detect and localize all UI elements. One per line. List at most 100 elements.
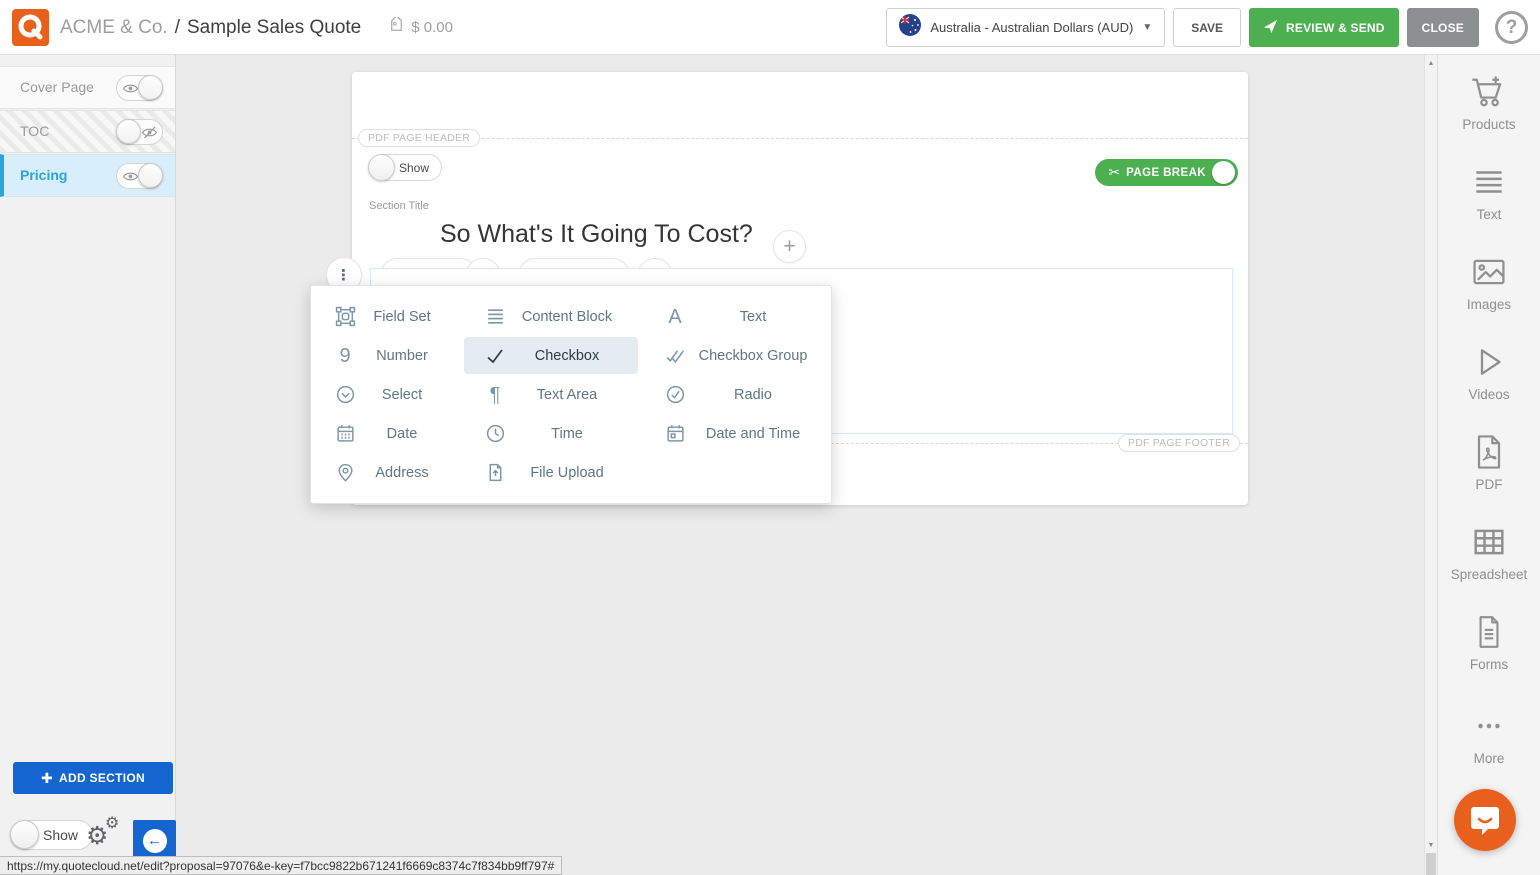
toolbox-item-text[interactable]: Text [1438,161,1540,222]
toolbox-label: Spreadsheet [1438,567,1540,582]
review-send-label: REVIEW & SEND [1286,21,1385,35]
field-menu-label: Checkbox Group [692,348,830,364]
field-menu-item-text-area[interactable]: ¶ Text Area [464,376,638,413]
toolbox-label: Images [1438,297,1540,312]
quotecloud-logo-icon[interactable] [12,9,49,46]
toolbox-label: Videos [1438,387,1540,402]
pdf-page-footer-tag: PDF PAGE FOOTER [1118,434,1240,452]
ellipsis-icon [1438,705,1540,747]
toolbox-item-videos[interactable]: Videos [1438,341,1540,402]
field-menu-item-checkbox-group[interactable]: Checkbox Group [644,337,830,374]
field-menu-label: Text Area [512,387,638,403]
radio-icon [658,384,692,405]
currency-label: Australia - Australian Dollars (AUD) [930,20,1133,35]
content-toolbox: Products Text Images Videos PDF [1437,55,1540,875]
collapse-sidebar-button[interactable]: ← [133,820,176,861]
sidebar-item-cover-page[interactable]: Cover Page [0,66,175,109]
page-break-label: PAGE BREAK [1126,167,1206,179]
image-icon [1438,251,1540,293]
toolbox-item-products[interactable]: Products [1438,71,1540,132]
field-menu-label: Address [362,465,458,481]
eye-icon [123,81,138,101]
sidebar-item-toc[interactable]: TOC [0,110,175,153]
chat-bubble-icon [1468,803,1502,837]
section-title-show-toggle[interactable]: Show [368,154,442,181]
insert-block-above-button[interactable]: + [773,230,806,263]
toolbox-label: More [1438,751,1540,766]
field-menu-item-number[interactable]: 9 Number [314,337,458,374]
field-menu-label: Number [362,348,458,364]
field-menu-item-date[interactable]: Date [314,415,458,452]
pricing-visibility-toggle[interactable] [116,163,163,189]
file-upload-icon [478,462,512,483]
toolbox-item-pdf[interactable]: PDF [1438,431,1540,492]
field-menu-label: Date [362,426,458,442]
currency-selector[interactable]: Australia - Australian Dollars (AUD) ▼ [886,8,1165,47]
number-icon: 9 [328,346,362,366]
quote-total: $ 0.00 [411,19,453,36]
field-menu-label: Text [692,309,830,325]
field-menu-item-date-and-time[interactable]: Date and Time [644,415,830,452]
toc-visibility-toggle[interactable] [116,119,163,145]
help-icon[interactable]: ? [1495,11,1528,44]
field-menu-item-field-set[interactable]: Field Set [314,298,458,335]
field-menu-item-select[interactable]: Select [314,376,458,413]
field-menu-item-time[interactable]: Time [464,415,638,452]
toolbox-item-images[interactable]: Images [1438,251,1540,312]
toolbox-label: Products [1438,117,1540,132]
sidebar-show-toggle[interactable]: Show [10,820,93,850]
checkbox-group-icon [658,345,692,366]
settings-gears-icon[interactable]: ⚙⚙ [86,819,126,851]
field-menu-item-address[interactable]: Address [314,454,458,491]
sections-sidebar: Cover Page TOC Pricing [0,55,176,875]
review-send-button[interactable]: REVIEW & SEND [1249,8,1399,47]
toolbox-label: PDF [1438,477,1540,492]
section-title-text[interactable]: So What's It Going To Cost? [440,220,753,249]
scrollbar-thumb[interactable] [1426,853,1436,875]
sidebar-item-pricing[interactable]: Pricing [0,154,175,197]
show-label: Show [399,161,429,175]
field-menu-item-checkbox[interactable]: Checkbox [464,337,638,374]
close-button[interactable]: CLOSE [1407,8,1479,47]
document-title[interactable]: Sample Sales Quote [187,17,361,39]
pdf-page-header-tag: PDF PAGE HEADER [358,129,480,147]
field-menu-item-content-block[interactable]: Content Block [464,298,638,335]
field-menu-label: Date and Time [692,426,830,442]
field-menu-empty-cell [644,454,830,491]
editor-canvas: PDF PAGE HEADER Show So What's It Going … [176,55,1437,875]
cover-page-visibility-toggle[interactable] [116,75,163,101]
pdf-header-divider [352,138,1248,139]
address-icon [328,462,362,483]
plus-icon: + [783,235,795,259]
toolbox-label: Forms [1438,657,1540,672]
forms-icon [1438,611,1540,653]
save-button[interactable]: SAVE [1173,8,1241,47]
field-menu-item-text[interactable]: A Text [644,298,830,335]
cart-icon [1438,71,1540,113]
toolbox-item-spreadsheet[interactable]: Spreadsheet [1438,521,1540,582]
text-icon: A [658,307,692,327]
spreadsheet-icon [1438,521,1540,563]
show-label: Show [43,827,78,843]
plus-icon: ✚ [41,770,53,787]
field-menu-item-file-upload[interactable]: File Upload [464,454,638,491]
status-url: https://my.quotecloud.net/edit?proposal=… [7,859,554,873]
field-menu-label: Time [512,426,638,442]
toolbox-item-forms[interactable]: Forms [1438,611,1540,672]
vertical-dots-icon: ⋮ [336,266,352,284]
scroll-up-icon[interactable]: ▲ [1425,60,1437,67]
select-icon [328,384,362,405]
chat-widget-button[interactable] [1454,789,1516,851]
canvas-scrollbar[interactable]: ▲ ▼ [1424,55,1437,875]
add-section-button[interactable]: ✚ ADD SECTION [13,762,173,794]
browser-status-bar: https://my.quotecloud.net/edit?proposal=… [0,856,562,875]
play-icon [1438,341,1540,383]
company-name[interactable]: ACME & Co. [60,17,168,39]
page-break-toggle[interactable]: ✂ PAGE BREAK [1095,159,1238,186]
toolbox-item-more[interactable]: More [1438,705,1540,766]
field-menu-item-radio[interactable]: Radio [644,376,830,413]
scroll-down-icon[interactable]: ▼ [1425,842,1437,849]
date-icon [328,423,362,444]
arrow-left-circle-icon: ← [143,829,167,853]
australia-flag-icon [899,14,921,41]
